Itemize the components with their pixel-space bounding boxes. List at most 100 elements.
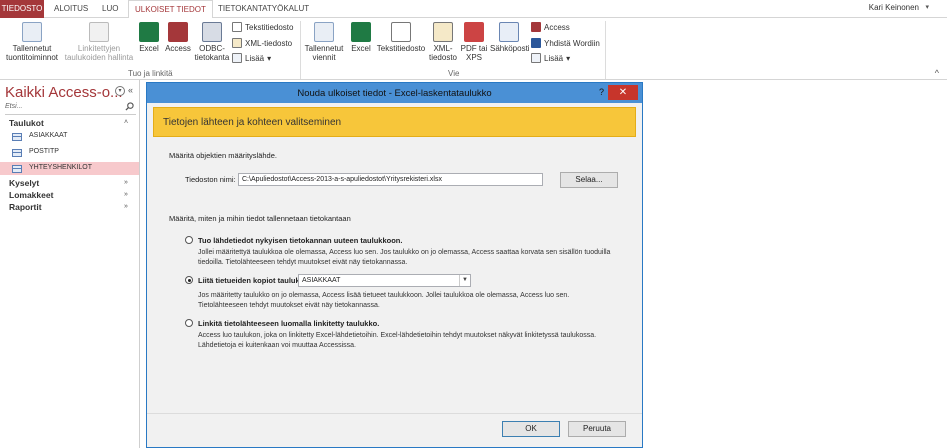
expand-section-icon[interactable]: » bbox=[124, 179, 128, 186]
search-icon[interactable] bbox=[125, 102, 134, 111]
import-group-label: Tuo ja linkitä bbox=[128, 69, 173, 78]
dialog-titlebar[interactable]: Nouda ulkoiset tiedot - Excel-laskentata… bbox=[147, 83, 642, 103]
excel-icon bbox=[351, 22, 371, 42]
nav-section-forms[interactable]: Lomakkeet bbox=[9, 190, 53, 200]
import-odbc-button[interactable]: ODBC-tietokanta bbox=[194, 22, 230, 62]
nav-table-item[interactable]: POSTITP bbox=[0, 146, 139, 159]
ribbon-tabbar: TIEDOSTO ALOITUS LUO ULKOISET TIEDOT TIE… bbox=[0, 0, 947, 19]
export-text-file-label: Tekstitiedosto bbox=[376, 44, 426, 53]
tab-external-data[interactable]: ULKOISET TIEDOT bbox=[128, 0, 213, 19]
import-access-label: Access bbox=[165, 44, 191, 53]
nav-table-label: ASIAKKAAT bbox=[29, 132, 68, 139]
export-email-label: Sähköposti bbox=[490, 44, 530, 53]
export-excel-label: Excel bbox=[351, 44, 371, 53]
nav-section-queries[interactable]: Kyselyt bbox=[9, 178, 39, 188]
option-append-radio[interactable] bbox=[185, 276, 193, 284]
export-access-button[interactable]: Access bbox=[531, 22, 570, 32]
option-link-radio[interactable] bbox=[185, 319, 193, 327]
dropdown-arrow-icon: ▾ bbox=[267, 53, 272, 63]
tab-database-tools[interactable]: TIETOKANTATYÖKALUT bbox=[212, 0, 315, 18]
excel-icon bbox=[139, 22, 159, 42]
linked-table-manager-icon bbox=[89, 22, 109, 42]
word-icon bbox=[531, 38, 541, 48]
import-more-button[interactable]: Lisää ▾ bbox=[232, 53, 271, 63]
nav-section-reports[interactable]: Raportit bbox=[9, 202, 42, 212]
group-divider bbox=[605, 21, 606, 79]
cancel-button[interactable]: Peruuta bbox=[568, 421, 626, 437]
linked-table-manager-label: Linkitettyjen taulukoiden hallinta bbox=[64, 44, 134, 62]
group-divider bbox=[300, 21, 301, 79]
more-icon bbox=[232, 53, 242, 63]
saved-imports-icon bbox=[22, 22, 42, 42]
option-link-title: Linkitä tietolähteeseen luomalla linkite… bbox=[198, 319, 380, 328]
export-group-label: Vie bbox=[448, 69, 460, 78]
export-pdf-button[interactable]: PDF tai XPS bbox=[460, 22, 488, 62]
user-name[interactable]: Kari Keinonen bbox=[869, 3, 919, 12]
odbc-database-icon bbox=[202, 22, 222, 42]
import-xml-button[interactable]: XML-tiedosto bbox=[232, 38, 292, 48]
ribbon-collapse-icon[interactable]: ^ bbox=[935, 68, 939, 78]
export-email-button[interactable]: Sähköposti bbox=[490, 22, 530, 53]
saved-exports-icon bbox=[314, 22, 334, 42]
import-excel-button[interactable]: Excel bbox=[136, 22, 162, 53]
source-prompt: Määritä objektien määrityslähde. bbox=[169, 151, 277, 160]
nav-collapse-icon[interactable]: « bbox=[128, 85, 133, 95]
append-table-value: ASIAKKAAT bbox=[302, 277, 341, 284]
nav-table-item[interactable]: ASIAKKAAT bbox=[0, 130, 139, 143]
append-table-select[interactable]: ASIAKKAAT ▼ bbox=[298, 274, 471, 287]
saved-imports-button[interactable]: Tallennetut tuontitoiminnot bbox=[2, 22, 62, 62]
expand-section-icon[interactable]: » bbox=[124, 203, 128, 210]
export-more-button[interactable]: Lisää ▾ bbox=[531, 53, 570, 63]
dialog-banner: Tietojen lähteen ja kohteen valitseminen bbox=[153, 107, 636, 137]
import-xml-label: XML-tiedosto bbox=[245, 38, 293, 48]
import-text-file-button[interactable]: Tekstitiedosto bbox=[232, 22, 293, 32]
export-xml-button[interactable]: XML-tiedosto bbox=[428, 22, 458, 62]
expand-section-icon[interactable]: » bbox=[124, 191, 128, 198]
import-access-button[interactable]: Access bbox=[163, 22, 193, 53]
close-button[interactable]: ✕ bbox=[608, 85, 638, 100]
export-pdf-label: PDF tai XPS bbox=[460, 44, 488, 62]
access-icon bbox=[168, 22, 188, 42]
file-name-label: Tiedoston nimi: bbox=[185, 175, 236, 184]
word-merge-label: Yhdistä Wordiin bbox=[544, 38, 600, 48]
nav-table-label: POSTITP bbox=[29, 148, 59, 155]
text-file-icon bbox=[232, 22, 242, 32]
import-odbc-label: ODBC-tietokanta bbox=[194, 44, 230, 62]
dialog-body: Tietojen lähteen ja kohteen valitseminen… bbox=[147, 103, 642, 447]
option-import-title: Tuo lähdetiedot nykyisen tietokannan uut… bbox=[198, 236, 403, 245]
access-icon bbox=[531, 22, 541, 32]
nav-search-input[interactable]: Etsi... bbox=[5, 102, 136, 115]
linked-table-manager-button[interactable]: Linkitettyjen taulukoiden hallinta bbox=[64, 22, 134, 62]
table-icon bbox=[12, 165, 22, 173]
import-excel-label: Excel bbox=[139, 44, 159, 53]
import-text-file-label: Tekstitiedosto bbox=[245, 22, 294, 32]
get-external-data-dialog: Nouda ulkoiset tiedot - Excel-laskentata… bbox=[146, 82, 643, 448]
saved-exports-button[interactable]: Tallennetut viennit bbox=[302, 22, 346, 62]
collapse-section-icon[interactable]: ˄ bbox=[124, 119, 128, 126]
ok-button[interactable]: OK bbox=[502, 421, 560, 437]
nav-pane-title[interactable]: Kaikki Access-o... bbox=[5, 84, 123, 101]
option-import-new-table-radio[interactable] bbox=[185, 236, 193, 244]
browse-button[interactable]: Selaa... bbox=[560, 172, 618, 188]
help-icon[interactable]: ? bbox=[599, 87, 604, 97]
chevron-down-icon[interactable]: ▼ bbox=[459, 275, 470, 286]
tab-create[interactable]: LUO bbox=[96, 0, 124, 18]
nav-table-item-selected[interactable]: YHTEYSHENKILOT bbox=[0, 162, 139, 175]
file-name-input[interactable]: C:\Apuliedostot\Access-2013-a-s-apuliedo… bbox=[238, 173, 543, 186]
xml-file-icon bbox=[433, 22, 453, 42]
word-merge-button[interactable]: Yhdistä Wordiin bbox=[531, 38, 600, 48]
dialog-title: Nouda ulkoiset tiedot - Excel-laskentata… bbox=[297, 88, 492, 99]
xml-file-icon bbox=[232, 38, 242, 48]
tab-home[interactable]: ALOITUS bbox=[48, 0, 94, 18]
export-excel-button[interactable]: Excel bbox=[348, 22, 374, 53]
email-icon bbox=[499, 22, 519, 42]
user-menu-arrow-icon[interactable]: ▾ bbox=[925, 3, 929, 11]
nav-section-tables[interactable]: Taulukot bbox=[9, 118, 44, 128]
pdf-icon bbox=[464, 22, 484, 42]
saved-exports-label: Tallennetut viennit bbox=[304, 44, 344, 62]
export-xml-label: XML-tiedosto bbox=[428, 44, 458, 62]
nav-menu-chevron-icon[interactable]: ▾ bbox=[115, 86, 125, 96]
tab-file[interactable]: TIEDOSTO bbox=[0, 0, 44, 18]
export-text-file-button[interactable]: Tekstitiedosto bbox=[376, 22, 426, 53]
more-icon bbox=[531, 53, 541, 63]
